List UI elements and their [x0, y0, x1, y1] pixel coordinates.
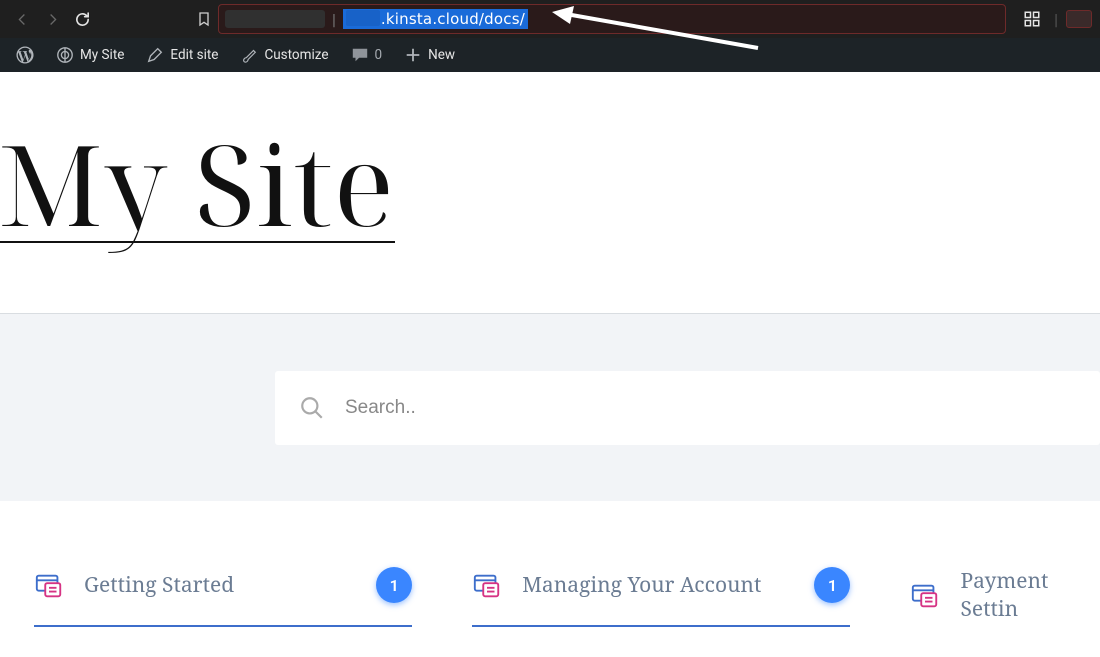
- doc-card-title: Getting Started: [84, 571, 356, 599]
- page-content: My Site Getting Started 1: [0, 72, 1100, 657]
- new-link[interactable]: New: [394, 38, 465, 72]
- folder-doc-icon: [472, 570, 502, 600]
- customize-label: Customize: [264, 47, 328, 63]
- url-obscured-segment: [225, 10, 325, 28]
- wp-admin-bar: My Site Edit site Customize 0 New: [0, 38, 1100, 72]
- comments-count: 0: [375, 47, 383, 63]
- comments-link[interactable]: 0: [341, 38, 393, 72]
- url-obscured-subdomain: [346, 10, 380, 26]
- doc-card-title: Managing Your Account: [522, 571, 794, 599]
- docs-search-box[interactable]: [275, 371, 1100, 445]
- forward-button[interactable]: [38, 5, 66, 33]
- docs-cards-row: Getting Started 1 Managing Your Account …: [0, 501, 1100, 635]
- nav-arrows: [8, 5, 96, 33]
- bookmark-button[interactable]: [190, 11, 218, 27]
- doc-card-count-badge: 1: [376, 567, 412, 603]
- wp-logo[interactable]: [6, 38, 44, 72]
- new-label: New: [428, 47, 455, 63]
- docs-search-input[interactable]: [345, 397, 1076, 419]
- customize-link[interactable]: Customize: [230, 38, 338, 72]
- doc-card-count-badge: 1: [814, 567, 850, 603]
- doc-card-title: Payment Settin: [960, 567, 1084, 623]
- doc-card-getting-started[interactable]: Getting Started 1: [18, 549, 428, 635]
- url-visible-text: .kinsta.cloud/docs/: [381, 10, 525, 28]
- url-selected-text: .kinsta.cloud/docs/: [343, 9, 528, 29]
- folder-doc-icon: [34, 570, 64, 600]
- pencil-ruler-icon: [146, 46, 164, 64]
- brush-icon: [240, 46, 258, 64]
- plus-icon: [404, 46, 422, 64]
- separator: |: [1054, 10, 1058, 29]
- search-icon: [299, 395, 325, 421]
- dashboard-icon: [56, 46, 74, 64]
- address-bar[interactable]: | .kinsta.cloud/docs/: [218, 4, 1006, 34]
- doc-card-payment-settings[interactable]: Payment Settin: [894, 549, 1100, 635]
- back-button[interactable]: [8, 5, 36, 33]
- browser-toolbar: | .kinsta.cloud/docs/ |: [0, 0, 1100, 38]
- edit-site-label: Edit site: [170, 47, 218, 63]
- site-title[interactable]: My Site: [0, 127, 395, 243]
- folder-doc-icon: [910, 580, 940, 610]
- comment-icon: [351, 46, 369, 64]
- browser-right-controls: |: [1018, 5, 1092, 33]
- profile-chip[interactable]: [1066, 10, 1092, 28]
- reload-button[interactable]: [68, 5, 96, 33]
- docs-search-hero: [0, 313, 1100, 501]
- my-site-link[interactable]: My Site: [46, 38, 134, 72]
- edit-site-link[interactable]: Edit site: [136, 38, 228, 72]
- wordpress-icon: [16, 46, 34, 64]
- my-site-label: My Site: [80, 47, 124, 63]
- doc-card-managing-account[interactable]: Managing Your Account 1: [456, 549, 866, 635]
- address-bar-area: | .kinsta.cloud/docs/: [190, 4, 1006, 34]
- url-separator: |: [329, 10, 339, 29]
- extensions-grid-icon[interactable]: [1018, 5, 1046, 33]
